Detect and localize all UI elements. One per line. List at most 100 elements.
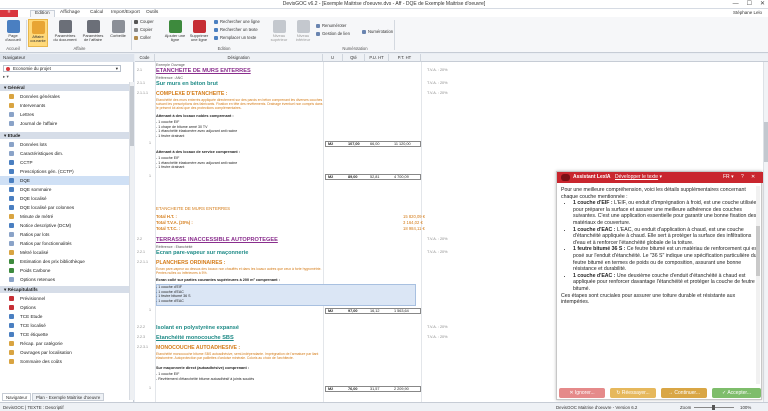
nav-section-recap[interactable]: ▾ Récapitulatifs	[0, 286, 129, 293]
project-combo[interactable]: Economie du projet ▾	[3, 65, 121, 72]
accept-button[interactable]: ✓ Accepter...	[712, 388, 761, 398]
numbering-button[interactable]: Numérotation	[362, 29, 393, 35]
nav-item-journal[interactable]: Journal de l'affaire	[0, 119, 129, 128]
row-code: 2.2	[137, 237, 142, 241]
quantity-line[interactable]: M2 76,00 31,57 2 209,90	[325, 386, 421, 392]
nav-item-ouvrages-localisation[interactable]: Ouvrages par localisation	[0, 348, 129, 357]
nav-item-previsionnel[interactable]: Prévisionnel	[0, 294, 129, 303]
close-window-button[interactable]: ✕	[760, 0, 765, 8]
document-icon	[9, 160, 14, 165]
search-text-button[interactable]: Rechercher un texte	[214, 27, 258, 33]
nav-item-tce-etude[interactable]: TCE Etude	[0, 312, 129, 321]
col-header-total-price[interactable]: P.T. HT	[389, 54, 421, 62]
nav-section-general[interactable]: ▾ Général	[0, 84, 129, 91]
quantity-line[interactable]: M2 107,00 66,00 11 120,00	[325, 141, 421, 147]
col-header-unit-price[interactable]: P.U. HT	[365, 54, 389, 62]
nav-item-lettres[interactable]: Lettres	[0, 110, 129, 119]
current-affair-button[interactable]: Affaire courante	[28, 19, 48, 47]
maximize-button[interactable]: ☐	[747, 0, 752, 8]
replace-text-button[interactable]: Remplacer un texte	[214, 35, 256, 41]
user-name[interactable]: Stéphane Lelo	[733, 10, 762, 15]
nav-item-tce-localise[interactable]: TCE localisé	[0, 321, 129, 330]
home-page-button[interactable]: Page d'accueil	[3, 19, 23, 47]
document-settings-button[interactable]: Paramètres du document	[52, 19, 78, 47]
list-item: 1 feutre bitumé 36 S : Ce feutre bitumé …	[573, 246, 759, 272]
assistant-scrollbar[interactable]	[756, 186, 760, 384]
col-header-unit[interactable]: U	[323, 54, 343, 62]
close-icon[interactable]: ✕	[751, 172, 755, 183]
table-row[interactable]: - 1 couche EIF - 1 chape de bitume armé …	[135, 120, 768, 140]
table-row[interactable]: Etanchéité des murs enterrés appliquée d…	[135, 98, 768, 112]
retry-button[interactable]: ↻ Réessayer...	[610, 388, 656, 398]
nav-item-poids-carbone[interactable]: Poids Carbone	[0, 266, 129, 275]
link-management-button[interactable]: Gestion de lien	[316, 31, 350, 37]
level-down-button[interactable]: Niveau inférieur	[292, 19, 314, 47]
nav-item-recap-categorie[interactable]: Récap. par catégorie	[0, 339, 129, 348]
menu-edition[interactable]: Edition	[30, 10, 55, 17]
file-menu-button[interactable]: ≡	[0, 10, 18, 17]
add-line-button[interactable]: Ajouter une ligne	[164, 19, 186, 47]
col-header-qty[interactable]: Qté	[343, 54, 365, 62]
nav-item-options[interactable]: Options retenues	[0, 275, 129, 284]
document-scroll-thumb[interactable]	[764, 122, 768, 162]
menu-calcul[interactable]: Calcul	[86, 10, 107, 17]
nav-item-prescriptions[interactable]: Prescriptions gén. (CCTP)	[0, 167, 129, 176]
col-header-designation[interactable]: Désignation	[155, 54, 323, 62]
nav-item-sommaire-couts[interactable]: Sommaire des coûts	[0, 357, 129, 366]
search-line-button[interactable]: Rechercher une ligne	[214, 19, 260, 25]
nav-item-dqe-colonnes[interactable]: DQE localisé par colonnes	[0, 203, 129, 212]
nav-item-estimation[interactable]: Estimation des prix bibliothèque	[0, 257, 129, 266]
table-row[interactable]: - 1 couche EIF - 1 étanchéité élastomère…	[135, 156, 768, 172]
level-up-button[interactable]: Niveau supérieur	[268, 19, 290, 47]
quantity-line[interactable]: M2 97,00 16,12 1 563,64	[325, 308, 421, 314]
status-left: DevisGOC | TEXTE : Descriptif	[3, 405, 64, 410]
col-header-code[interactable]: Code	[135, 54, 155, 62]
minimize-button[interactable]: —	[733, 0, 739, 8]
copy-button[interactable]: Copier	[134, 27, 152, 33]
data-icon	[9, 94, 14, 99]
nav-item-dqe-localise[interactable]: DQE localisé	[0, 194, 129, 203]
nav-item-tce-etiquette[interactable]: TCE étiquette	[0, 330, 129, 339]
nav-item-donnees-generales[interactable]: Données générales	[0, 92, 129, 101]
collapse-icon[interactable]: ▾	[6, 74, 8, 79]
nav-item-donnees-lots[interactable]: Données lots	[0, 140, 129, 149]
language-selector[interactable]: FR ▾	[723, 172, 734, 183]
nav-item-metre-localise[interactable]: Métré localisé	[0, 248, 129, 257]
renumber-button[interactable]: Renuméroter	[316, 23, 346, 29]
help-icon[interactable]: ?	[741, 172, 744, 183]
nav-item-intervenants[interactable]: Intervenants	[0, 101, 129, 110]
menu-outils[interactable]: Outils	[142, 10, 162, 17]
nav-item-ratios-fonct[interactable]: Ratios par fonctionnalités	[0, 239, 129, 248]
trash-button[interactable]: Corbeille	[108, 19, 128, 47]
nav-item-caracteristiques[interactable]: Caractéristiques dim.	[0, 149, 129, 158]
navigator-scrollbar[interactable]	[129, 82, 134, 400]
zoom-slider-handle[interactable]	[712, 405, 715, 410]
nav-item-ratios-lots[interactable]: Ratios par lots	[0, 230, 129, 239]
quantity-line[interactable]: M2 89,00 52,81 4 700,09	[325, 174, 421, 180]
navigator-scroll-thumb[interactable]	[130, 86, 134, 146]
continue-button[interactable]: → Continuer...	[661, 388, 707, 398]
nav-item-notice[interactable]: Notice descriptive (DCM)	[0, 221, 129, 230]
trash-icon	[111, 20, 125, 33]
cut-button[interactable]: Couper	[134, 19, 154, 25]
nav-section-etude[interactable]: ▾ Etude	[0, 132, 129, 139]
affair-settings-button[interactable]: Paramètres de l'affaire	[80, 19, 106, 47]
tab-navigator[interactable]: Navigateur	[2, 393, 32, 401]
nav-item-minute-metre[interactable]: Minute de métré	[0, 212, 129, 221]
assistant-scroll-thumb[interactable]	[756, 226, 760, 276]
menu-affichage[interactable]: Affichage	[56, 10, 84, 17]
expand-icon[interactable]: ▸	[3, 74, 5, 79]
nav-item-dqe-sommaire[interactable]: DQE sommaire	[0, 185, 129, 194]
menu-import-export[interactable]: Import/Export	[107, 10, 144, 17]
nav-item-recap-options[interactable]: Options	[0, 303, 129, 312]
paste-button[interactable]: Coller	[134, 35, 151, 41]
develop-text-dropdown[interactable]: Développer le texte ▾	[615, 172, 662, 183]
nav-item-cctp[interactable]: CCTP	[0, 158, 129, 167]
ignore-button[interactable]: ✕ Ignorer...	[559, 388, 605, 398]
row-text: - 1 couche EIF - 1 chape de bitume armé …	[156, 120, 238, 138]
document-scrollbar[interactable]	[763, 62, 768, 402]
delete-line-button[interactable]: Supprimer une ligne	[188, 19, 210, 47]
paste-icon	[134, 35, 138, 40]
tab-plan[interactable]: Plan - Exemple Maitrise d'oeuvre	[32, 393, 105, 401]
nav-item-dqe[interactable]: DQE	[0, 176, 129, 185]
